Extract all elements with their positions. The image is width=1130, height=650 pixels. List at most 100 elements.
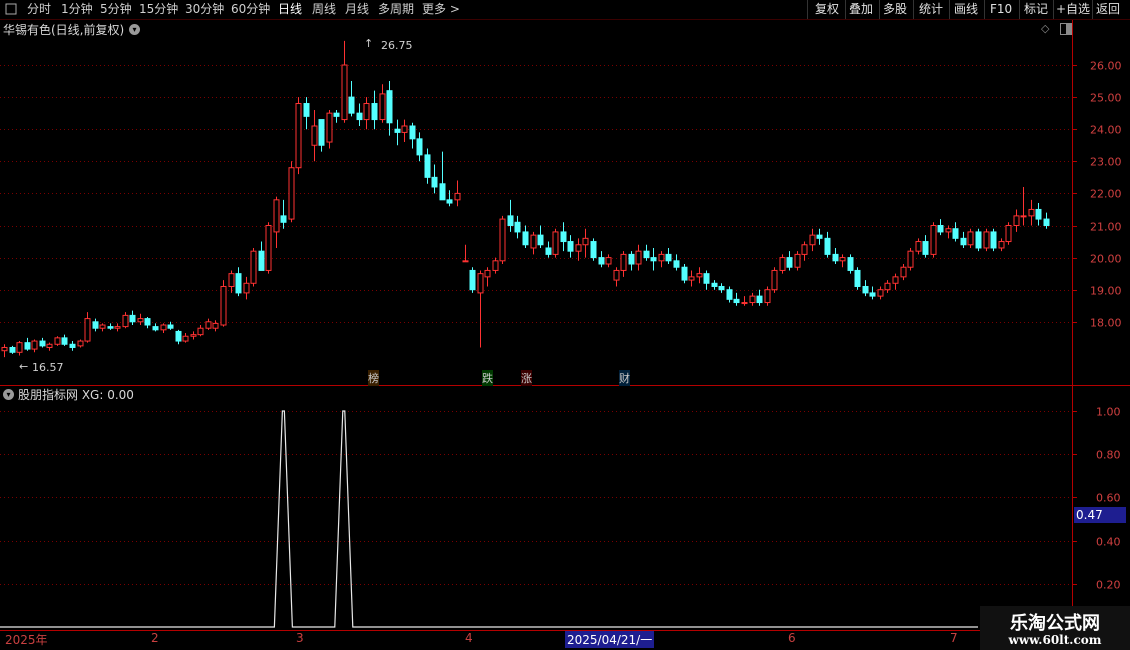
candle-down[interactable]	[356, 112, 363, 121]
add-watchlist-button[interactable]: +自选	[1056, 0, 1090, 19]
candle-up[interactable]	[635, 250, 642, 265]
candle-up[interactable]	[205, 321, 212, 329]
marker-rise[interactable]: 涨	[521, 370, 532, 386]
candle-up[interactable]	[77, 340, 84, 347]
candle-down[interactable]	[303, 103, 310, 117]
candle-up[interactable]	[613, 269, 620, 281]
candle-down[interactable]	[1035, 208, 1042, 220]
candle-down[interactable]	[650, 257, 657, 262]
candle-up[interactable]	[530, 234, 537, 249]
candle-down[interactable]	[175, 330, 182, 342]
candle-up[interactable]	[983, 231, 990, 249]
candle-up[interactable]	[250, 250, 257, 284]
candle-up[interactable]	[771, 269, 778, 291]
back-button[interactable]: 返回	[1096, 0, 1120, 19]
draw-line-button[interactable]: 画线	[954, 0, 978, 19]
candle-down[interactable]	[733, 298, 740, 304]
candle-up[interactable]	[575, 244, 582, 252]
candle-up[interactable]	[967, 231, 974, 246]
candle-up[interactable]	[582, 237, 589, 246]
candle-up[interactable]	[907, 250, 914, 268]
checkbox-icon[interactable]	[4, 0, 18, 19]
candle-down[interactable]	[756, 295, 763, 304]
candle-up[interactable]	[341, 64, 348, 121]
candle-down[interactable]	[665, 253, 672, 262]
candle-up[interactable]	[696, 273, 703, 278]
candle-down[interactable]	[854, 269, 861, 287]
candle-down[interactable]	[39, 340, 46, 347]
candle-down[interactable]	[522, 231, 529, 246]
candle-up[interactable]	[1, 346, 8, 352]
tab-15min[interactable]: 15分钟	[139, 0, 178, 19]
kline-chart[interactable]: 26.00 25.00 24.00 23.00 22.00 21.00 20.00 19.00…	[0, 20, 1130, 630]
candle-up[interactable]	[620, 253, 627, 271]
candle-down[interactable]	[469, 269, 476, 291]
candle-down[interactable]	[975, 231, 982, 249]
candle-down[interactable]	[786, 257, 793, 268]
candle-down[interactable]	[394, 128, 401, 133]
candle-up[interactable]	[801, 244, 808, 255]
candle-up[interactable]	[1020, 215, 1027, 218]
candle-down[interactable]	[862, 285, 869, 294]
candle-up[interactable]	[1005, 225, 1012, 243]
candle-down[interactable]	[424, 154, 431, 178]
candle-down[interactable]	[144, 318, 151, 326]
candle-down[interactable]	[69, 343, 76, 348]
candle-down[interactable]	[681, 266, 688, 281]
candle-up[interactable]	[401, 125, 408, 133]
candle-down[interactable]	[537, 234, 544, 246]
candle-down[interactable]	[560, 231, 567, 243]
candle-up[interactable]	[930, 225, 937, 255]
candle-down[interactable]	[446, 199, 453, 204]
candle-down[interactable]	[167, 324, 174, 329]
candle-down[interactable]	[847, 257, 854, 271]
candle-up[interactable]	[363, 103, 370, 121]
candle-down[interactable]	[371, 103, 378, 121]
restore-rights-button[interactable]: 复权	[815, 0, 839, 19]
candle-up[interactable]	[915, 241, 922, 252]
candle-up[interactable]	[31, 340, 38, 350]
candle-down[interactable]	[9, 346, 16, 353]
candle-up[interactable]	[326, 112, 333, 143]
candle-up[interactable]	[998, 241, 1005, 249]
candle-up[interactable]	[688, 276, 695, 281]
candle-down[interactable]	[409, 125, 416, 140]
candle-up[interactable]	[54, 337, 61, 345]
mark-button[interactable]: 标记	[1024, 0, 1048, 19]
candle-up[interactable]	[46, 343, 53, 348]
candle-down[interactable]	[590, 241, 597, 259]
candle-down[interactable]	[235, 273, 242, 294]
candle-down[interactable]	[280, 215, 287, 223]
chart-area[interactable]: 26.00 25.00 24.00 23.00 22.00 21.00 20.00 19.00…	[0, 20, 1130, 630]
candle-down[interactable]	[514, 221, 521, 233]
tab-weekly[interactable]: 周线	[312, 0, 336, 19]
candle-up[interactable]	[243, 282, 250, 294]
statistics-button[interactable]: 统计	[919, 0, 943, 19]
candle-up[interactable]	[1028, 208, 1035, 217]
candle-up[interactable]	[16, 342, 23, 353]
candle-up[interactable]	[658, 253, 665, 262]
candle-down[interactable]	[832, 253, 839, 262]
candle-down[interactable]	[61, 337, 68, 345]
candle-up[interactable]	[499, 218, 506, 262]
candle-up[interactable]	[884, 282, 891, 291]
candle-up[interactable]	[605, 257, 612, 265]
candle-down[interactable]	[507, 215, 514, 226]
candle-up[interactable]	[477, 273, 484, 294]
candle-up[interactable]	[779, 257, 786, 271]
overlay-button[interactable]: 叠加	[849, 0, 873, 19]
marker-drop[interactable]: 跌	[482, 370, 493, 386]
candle-up[interactable]	[741, 302, 748, 305]
candle-up[interactable]	[220, 285, 227, 326]
candle-down[interactable]	[628, 253, 635, 265]
candle-down[interactable]	[990, 231, 997, 249]
candle-up[interactable]	[945, 228, 952, 233]
candle-down[interactable]	[673, 260, 680, 268]
candle-up[interactable]	[900, 266, 907, 278]
candle-down[interactable]	[869, 292, 876, 297]
candle-down[interactable]	[824, 237, 831, 255]
tab-monthly[interactable]: 月线	[345, 0, 369, 19]
candle-down[interactable]	[258, 250, 265, 271]
candle-down[interactable]	[439, 183, 446, 201]
candle-down[interactable]	[348, 96, 355, 114]
